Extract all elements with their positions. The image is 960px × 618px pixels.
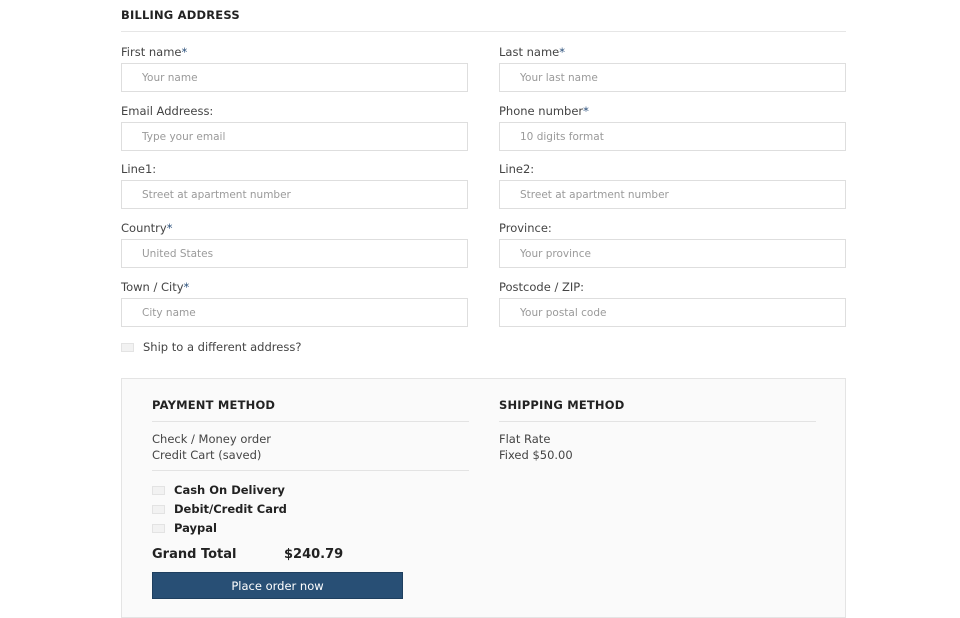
- saved-method-check: Check / Money order: [152, 432, 272, 446]
- last-name-input[interactable]: [499, 63, 846, 92]
- required-mark: *: [559, 45, 565, 59]
- cod-label: Cash On Delivery: [174, 483, 285, 497]
- ship-different-row[interactable]: Ship to a different address?: [121, 340, 301, 354]
- checkout-page: BILLING ADDRESS First name* Last name* E…: [121, 0, 846, 618]
- email-label: Email Addreess:: [121, 104, 214, 118]
- province-group: Province:: [499, 221, 846, 268]
- saved-method-credit: Credit Cart (saved): [152, 448, 262, 462]
- paypal-checkbox[interactable]: [152, 523, 165, 533]
- shipping-divider: [499, 421, 816, 422]
- last-name-label: Last name: [499, 45, 560, 59]
- shipping-method-price: Fixed $50.00: [499, 448, 573, 462]
- required-mark: *: [166, 221, 173, 235]
- order-summary-panel: PAYMENT METHOD Check / Money order Credi…: [121, 378, 846, 618]
- line1-group: Line1:: [121, 162, 468, 209]
- province-label: Province:: [499, 221, 552, 235]
- phone-input[interactable]: [499, 122, 846, 151]
- postcode-group: Postcode / ZIP:: [499, 280, 846, 327]
- line1-label: Line1:: [121, 162, 157, 176]
- billing-address-title: BILLING ADDRESS: [121, 8, 240, 22]
- phone-label: Phone number: [499, 104, 584, 118]
- town-label: Town / City: [121, 280, 184, 294]
- line2-label: Line2:: [499, 162, 535, 176]
- cod-checkbox[interactable]: [152, 485, 165, 495]
- payment-method-title: PAYMENT METHOD: [152, 398, 276, 412]
- required-mark: *: [183, 280, 190, 294]
- last-name-group: Last name*: [499, 45, 846, 92]
- line1-input[interactable]: [121, 180, 468, 209]
- paypal-label: Paypal: [174, 521, 217, 535]
- payment-option-cod[interactable]: Cash On Delivery: [152, 483, 285, 497]
- first-name-group: First name*: [121, 45, 468, 92]
- grand-total-value: $240.79: [284, 547, 344, 562]
- ship-different-label: Ship to a different address?: [143, 340, 302, 354]
- first-name-label: First name: [121, 45, 182, 59]
- place-order-button[interactable]: Place order now: [152, 572, 403, 599]
- town-input[interactable]: [121, 298, 468, 327]
- payment-options-divider: [152, 470, 469, 471]
- email-input[interactable]: [121, 122, 468, 151]
- card-label: Debit/Credit Card: [174, 502, 287, 516]
- country-input[interactable]: [121, 239, 468, 268]
- country-label: Country: [121, 221, 167, 235]
- phone-group: Phone number*: [499, 104, 846, 151]
- required-mark: *: [181, 45, 188, 59]
- grand-total-label: Grand Total: [152, 547, 237, 562]
- email-group: Email Addreess:: [121, 104, 468, 151]
- shipping-method-name: Flat Rate: [499, 432, 551, 446]
- payment-option-paypal[interactable]: Paypal: [152, 521, 217, 535]
- town-group: Town / City*: [121, 280, 468, 327]
- card-checkbox[interactable]: [152, 504, 165, 514]
- line2-group: Line2:: [499, 162, 846, 209]
- first-name-input[interactable]: [121, 63, 468, 92]
- postcode-input[interactable]: [499, 298, 846, 327]
- required-mark: *: [583, 104, 589, 118]
- province-input[interactable]: [499, 239, 846, 268]
- line2-input[interactable]: [499, 180, 846, 209]
- payment-divider: [152, 421, 469, 422]
- shipping-method-title: SHIPPING METHOD: [499, 398, 625, 412]
- ship-different-checkbox[interactable]: [121, 342, 134, 352]
- title-divider: [121, 31, 846, 32]
- postcode-label: Postcode / ZIP:: [499, 280, 585, 294]
- payment-option-card[interactable]: Debit/Credit Card: [152, 502, 287, 516]
- country-group: Country*: [121, 221, 468, 268]
